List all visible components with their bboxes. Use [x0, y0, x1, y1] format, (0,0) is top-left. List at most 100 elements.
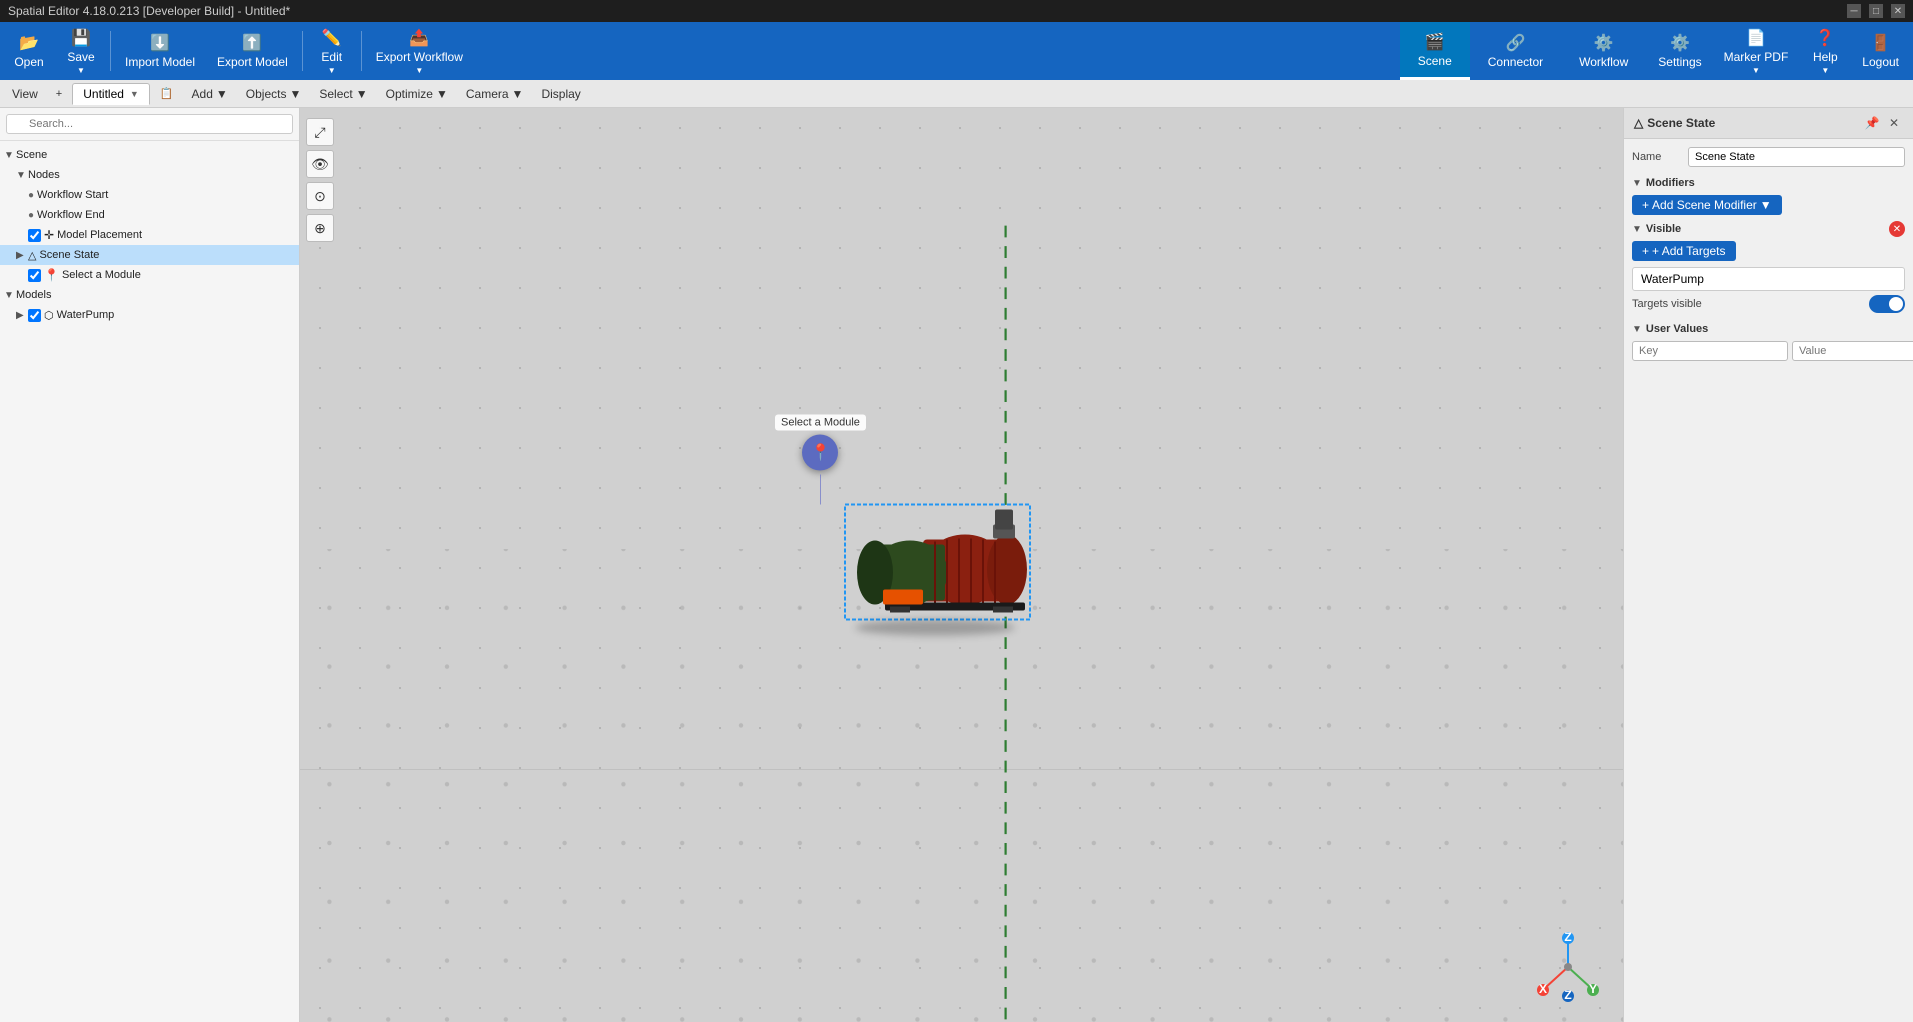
- visible-section-toggle[interactable]: ▼ Visible: [1632, 221, 1681, 237]
- left-sidebar: 🔍 ▼ Scene ▼ Nodes ● Workflow Start: [0, 108, 300, 1022]
- window-controls[interactable]: ─ □ ✕: [1847, 4, 1905, 18]
- panel-pin-button[interactable]: 📌: [1863, 114, 1881, 132]
- svg-text:Z: Z: [1564, 988, 1571, 1002]
- model-placement-label: Model Placement: [57, 229, 142, 241]
- toolbar-divider-3: [361, 31, 362, 71]
- scene-state-expand-icon: ▶: [16, 250, 28, 261]
- open-icon: 📂: [19, 33, 39, 53]
- untitled-tab[interactable]: Untitled ▼: [72, 83, 150, 105]
- settings-button[interactable]: ⚙️ Settings: [1648, 25, 1711, 77]
- modifiers-arrow-icon: ▼: [1632, 178, 1642, 189]
- camera-button[interactable]: Camera ▼: [458, 82, 532, 106]
- add-modifier-dropdown-icon: ▼: [1760, 198, 1772, 212]
- import-model-button[interactable]: ⬇️ Import Model: [115, 25, 205, 77]
- marker-pdf-dropdown-icon: ▼: [1752, 66, 1760, 75]
- help-button[interactable]: ❓ Help ▼: [1800, 25, 1850, 77]
- tree-item-nodes[interactable]: ▼ Nodes: [0, 165, 299, 185]
- user-values-label: User Values: [1646, 323, 1708, 335]
- axis-gizmo: Z Y X Z: [1533, 932, 1603, 1002]
- tree-item-models[interactable]: ▼ Models: [0, 285, 299, 305]
- model-placement-checkbox[interactable]: [28, 229, 41, 242]
- key-input[interactable]: [1632, 341, 1788, 361]
- help-icon: ❓: [1815, 28, 1835, 48]
- workflow-start-icon: ●: [28, 190, 34, 201]
- view-button[interactable]: View: [4, 82, 46, 106]
- panel-title-text: Scene State: [1647, 116, 1715, 130]
- expand-view-button[interactable]: ⤢: [306, 118, 334, 146]
- location-pin-area: Select a Module 📍: [775, 415, 866, 505]
- objects-button[interactable]: Objects ▼: [238, 82, 310, 106]
- copy-tab-button[interactable]: 📋: [152, 82, 182, 106]
- scene-tab-icon: 🎬: [1425, 32, 1445, 52]
- select-module-checkbox[interactable]: [28, 269, 41, 282]
- name-field-input[interactable]: [1688, 147, 1905, 167]
- export-model-icon: ⬆️: [242, 33, 262, 53]
- viewport[interactable]: ⤢ 👁 ⊙ ⊕ Select a Module 📍: [300, 108, 1623, 1022]
- export-workflow-button[interactable]: 📤 Export Workflow ▼: [366, 25, 473, 77]
- tree-item-scene-state[interactable]: ▶ △ Scene State: [0, 245, 299, 265]
- edit-button[interactable]: ✏️ Edit ▼: [307, 25, 357, 77]
- optimize-button[interactable]: Optimize ▼: [378, 82, 456, 106]
- waterpump-label: WaterPump: [57, 309, 115, 321]
- user-values-section-header[interactable]: ▼ User Values: [1632, 321, 1905, 337]
- panel-close-button[interactable]: ✕: [1885, 114, 1903, 132]
- logout-button[interactable]: 🚪 Logout: [1852, 25, 1909, 77]
- optimize-dropdown-icon: ▼: [436, 87, 448, 101]
- marker-pdf-button[interactable]: 📄 Marker PDF ▼: [1714, 25, 1799, 77]
- workflow-end-icon: ●: [28, 210, 34, 221]
- pump-shadow: [855, 620, 1015, 636]
- tree-item-workflow-start[interactable]: ● Workflow Start: [0, 185, 299, 205]
- search-input[interactable]: [6, 114, 293, 134]
- 3d-object-area: Select a Module 📍: [835, 495, 1035, 636]
- modifiers-section-header[interactable]: ▼ Modifiers: [1632, 175, 1905, 191]
- add-menu-button[interactable]: Add ▼: [184, 82, 236, 106]
- value-input[interactable]: [1792, 341, 1913, 361]
- camera-dropdown-icon: ▼: [512, 87, 524, 101]
- tree-item-select-module[interactable]: 📍 Select a Module: [0, 265, 299, 285]
- open-button[interactable]: 📂 Open: [4, 25, 54, 77]
- zoom-button[interactable]: ⊕: [306, 214, 334, 242]
- add-modifier-button[interactable]: + Add Scene Modifier ▼: [1632, 195, 1782, 215]
- add-tab-button[interactable]: +: [48, 82, 70, 106]
- add-dropdown-icon: ▼: [216, 87, 228, 101]
- tab-select: Untitled ▼: [72, 83, 150, 105]
- tab-dropdown-icon: ▼: [130, 89, 139, 99]
- tree-item-workflow-end[interactable]: ● Workflow End: [0, 205, 299, 225]
- waterpump-expand-icon: ▶: [16, 310, 28, 321]
- app-title: Spatial Editor 4.18.0.213 [Developer Bui…: [8, 4, 290, 18]
- targets-visible-toggle[interactable]: [1869, 295, 1905, 313]
- toolbar-divider-1: [110, 31, 111, 71]
- edit-dropdown-icon: ▼: [328, 66, 336, 75]
- marker-pdf-icon: 📄: [1746, 28, 1766, 48]
- display-button[interactable]: Display: [533, 82, 588, 106]
- close-button[interactable]: ✕: [1891, 4, 1905, 18]
- toolbar-divider-2: [302, 31, 303, 71]
- tab-name-label: Untitled: [83, 87, 124, 101]
- panel-title-icon: △: [1634, 116, 1643, 130]
- add-targets-button[interactable]: + + Add Targets: [1632, 241, 1736, 261]
- marker-pdf-label: Marker PDF: [1724, 50, 1789, 64]
- select-button[interactable]: Select ▼: [311, 82, 375, 106]
- navigate-button[interactable]: ⊙: [306, 182, 334, 210]
- scene-tab-label: Scene: [1418, 54, 1452, 68]
- perspective-button[interactable]: 👁: [306, 150, 334, 178]
- tab-scene[interactable]: 🎬 Scene: [1400, 22, 1470, 80]
- import-model-icon: ⬇️: [150, 33, 170, 53]
- save-button[interactable]: 💾 Save ▼: [56, 25, 106, 77]
- tree-item-scene[interactable]: ▼ Scene: [0, 145, 299, 165]
- settings-icon: ⚙️: [1670, 33, 1690, 53]
- workflow-start-label: Workflow Start: [37, 189, 108, 201]
- tree-item-waterpump[interactable]: ▶ ⬡ WaterPump: [0, 305, 299, 325]
- select-label: Select: [319, 87, 352, 101]
- add-targets-label: + Add Targets: [1652, 244, 1726, 258]
- visible-remove-button[interactable]: ✕: [1889, 221, 1905, 237]
- waterpump-checkbox[interactable]: [28, 309, 41, 322]
- minimize-button[interactable]: ─: [1847, 4, 1861, 18]
- tab-connector[interactable]: 🔗 Connector: [1470, 22, 1561, 80]
- tree-item-model-placement[interactable]: ✛ Model Placement: [0, 225, 299, 245]
- export-model-button[interactable]: ⬆️ Export Model: [207, 25, 298, 77]
- tab-workflow[interactable]: ⚙️ Workflow: [1561, 22, 1646, 80]
- maximize-button[interactable]: □: [1869, 4, 1883, 18]
- display-label: Display: [541, 87, 580, 101]
- pin-connector-line: [820, 475, 821, 505]
